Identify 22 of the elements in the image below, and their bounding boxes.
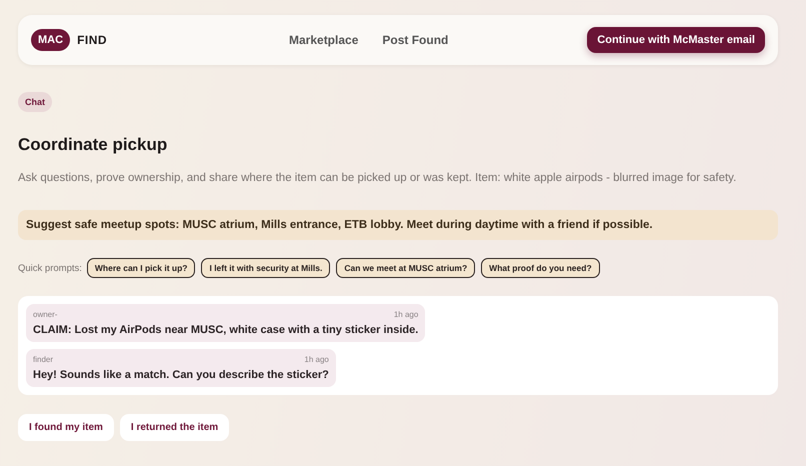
section-tag: Chat: [18, 92, 52, 112]
quick-prompt-chip[interactable]: Where can I pick it up?: [86, 258, 196, 278]
message-sender: owner-: [33, 310, 58, 319]
quick-prompt-chip[interactable]: Can we meet at MUSC atrium?: [336, 258, 476, 278]
message-text: CLAIM: Lost my AirPods near MUSC, white case with a tiny sticker inside.: [33, 324, 418, 336]
message-sender: finder: [33, 355, 54, 364]
safety-notice: Suggest safe meetup spots: MUSC atrium, Mills entrance, ETB lobby. Meet during daytime with a friend if possible.: [18, 210, 778, 240]
action-button[interactable]: I returned the item: [120, 414, 230, 441]
quick-prompt-chip[interactable]: What proof do you need?: [481, 258, 600, 278]
nav-link[interactable]: Marketplace: [289, 33, 358, 47]
message-text: Hey! Sounds like a match. Can you describe the sticker?: [33, 369, 329, 381]
action-button[interactable]: I found my item: [18, 414, 114, 441]
quick-prompt-chip[interactable]: I left it with security at Mills.: [201, 258, 330, 278]
logo-badge: MAC: [31, 29, 70, 51]
page-description: Ask questions, prove ownership, and share where the item can be picked up or was kept. Item: white apple airpods - blurred image for safety.: [18, 172, 738, 184]
quick-prompts-label: Quick prompts:: [18, 262, 82, 274]
message-time: 1h ago: [304, 355, 329, 364]
logo-text: FIND: [77, 33, 108, 47]
sign-in-button[interactable]: Continue with McMaster email: [587, 27, 765, 53]
message-time: 1h ago: [394, 310, 418, 319]
nav-link[interactable]: Post Found: [382, 33, 448, 47]
page-title: Coordinate pickup: [18, 135, 168, 155]
